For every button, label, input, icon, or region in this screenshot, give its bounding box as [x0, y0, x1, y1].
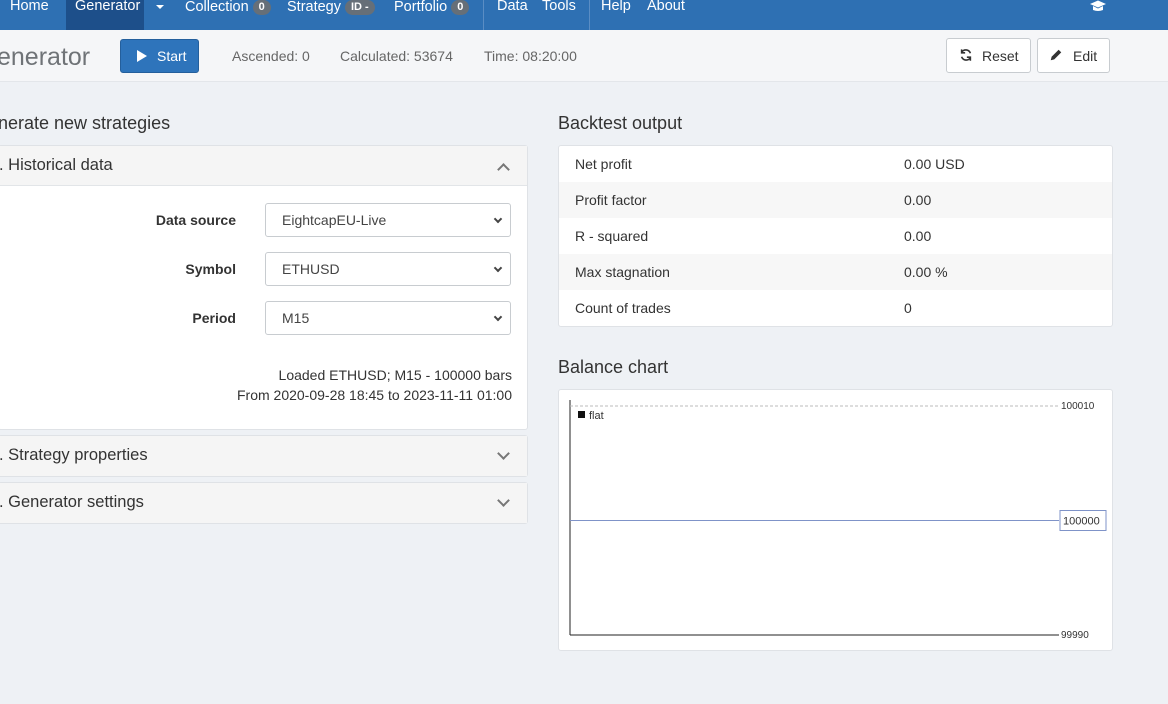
symbol-value: ETHUSD — [282, 261, 340, 277]
backtest-output-heading: Backtest output — [558, 113, 683, 133]
chevron-up-icon[interactable] — [497, 163, 510, 176]
nav-portfolio-label: Portfolio — [394, 0, 448, 15]
edit-button[interactable]: Edit — [1037, 38, 1110, 73]
nav-help-label: Help — [601, 0, 631, 14]
metric-name: Net profit — [575, 156, 632, 172]
data-range-info: From 2020-09-28 18:45 to 2023-11-11 01:0… — [236, 387, 512, 403]
start-button-label: Start — [157, 48, 187, 64]
collection-count-badge: 0 — [252, 0, 271, 15]
historical-data-panel: . Historical data Data source EightcapEU… — [0, 145, 528, 430]
top-navbar: Home Generator Collection 0 Strategy ID - … — [0, 0, 1168, 30]
reset-button-label: Reset — [982, 48, 1019, 64]
chevron-down-icon — [493, 263, 503, 273]
balance-chart-heading: Balance chart — [558, 357, 669, 377]
nav-strategy-label: Strategy — [287, 0, 341, 15]
calculated-count: Calculated: 53674 — [340, 48, 453, 64]
symbol-select[interactable]: ETHUSD — [265, 252, 511, 286]
metric-name: R - squared — [575, 228, 649, 244]
metric-value: 0 — [904, 300, 912, 316]
generator-settings-header[interactable]: . Generator settings — [0, 483, 527, 523]
metric-name: Max stagnation — [575, 264, 670, 280]
generator-toolbar: enerator Start Ascended: 0 Calculated: 5… — [0, 30, 1168, 82]
data-source-value: EightcapEU-Live — [282, 212, 387, 228]
nav-generator[interactable]: Generator — [66, 0, 144, 30]
strategy-id-badge: ID - — [345, 0, 375, 15]
chevron-down-icon — [493, 214, 503, 224]
table-row: Count of trades 0 — [559, 290, 1112, 326]
table-row: Net profit 0.00 USD — [559, 146, 1112, 182]
balance-chart[interactable]: 100010 99990 100000 flat — [559, 390, 1112, 650]
period-select[interactable]: M15 — [265, 301, 511, 335]
generator-dropdown-caret-icon[interactable] — [156, 5, 164, 9]
nav-data-label: Data — [497, 0, 528, 14]
refresh-icon — [960, 49, 972, 61]
period-label: Period — [192, 310, 236, 326]
play-icon — [137, 50, 147, 62]
nav-tools-label: Tools — [542, 0, 576, 14]
metric-value: 0.00 — [904, 192, 932, 208]
data-source-label: Data source — [155, 212, 236, 228]
strategy-properties-title: . Strategy properties — [0, 446, 148, 464]
nav-divider — [589, 0, 590, 30]
nav-portfolio[interactable]: Portfolio 0 — [394, 0, 470, 30]
page-title: enerator — [0, 43, 91, 71]
table-row: R - squared 0.00 — [559, 218, 1112, 254]
nav-about-label: About — [647, 0, 685, 14]
strategy-properties-panel[interactable]: . Strategy properties — [0, 435, 528, 477]
y-tick-label-max: 100010 — [1061, 401, 1095, 412]
nav-help[interactable]: Help — [601, 0, 631, 30]
balance-chart-panel: 100010 99990 100000 flat — [558, 389, 1113, 651]
current-value-label: 100000 — [1063, 516, 1100, 528]
graduation-cap-icon[interactable] — [1089, 0, 1107, 12]
nav-strategy[interactable]: Strategy ID - — [287, 0, 375, 30]
reset-button[interactable]: Reset — [946, 38, 1031, 73]
nav-collection-label: Collection — [185, 0, 249, 15]
nav-collection[interactable]: Collection 0 — [185, 0, 271, 30]
nav-tools[interactable]: Tools — [542, 0, 576, 30]
nav-generator-label: Generator — [75, 0, 141, 14]
backtest-output-table: Net profit 0.00 USD Profit factor 0.00 R… — [558, 145, 1113, 327]
start-button[interactable]: Start — [120, 39, 199, 73]
legend-marker — [578, 411, 585, 418]
chevron-down-icon[interactable] — [497, 447, 510, 460]
nav-about[interactable]: About — [647, 0, 685, 30]
generator-settings-panel[interactable]: . Generator settings — [0, 482, 528, 524]
nav-home-label: Home — [10, 0, 49, 14]
metric-value: 0.00 % — [904, 264, 948, 280]
metric-name: Profit factor — [575, 192, 647, 208]
legend-label: flat — [589, 410, 604, 422]
metric-value: 0.00 — [904, 228, 932, 244]
generator-settings-title: . Generator settings — [0, 493, 144, 511]
table-row: Max stagnation 0.00 % — [559, 254, 1112, 290]
chevron-down-icon — [493, 312, 503, 322]
ascended-count: Ascended: 0 — [232, 48, 310, 64]
pencil-icon — [1050, 49, 1062, 61]
nav-data[interactable]: Data — [497, 0, 528, 30]
nav-divider — [483, 0, 484, 30]
generate-strategies-heading: nerate new strategies — [0, 113, 171, 133]
strategy-properties-header[interactable]: . Strategy properties — [0, 436, 527, 476]
metric-name: Count of trades — [575, 300, 671, 316]
chevron-down-icon[interactable] — [497, 494, 510, 507]
historical-data-title: . Historical data — [0, 156, 113, 174]
data-source-select[interactable]: EightcapEU-Live — [265, 203, 511, 237]
symbol-label: Symbol — [185, 261, 236, 277]
period-value: M15 — [282, 310, 310, 326]
portfolio-count-badge: 0 — [451, 0, 470, 15]
elapsed-time: Time: 08:20:00 — [484, 48, 577, 64]
table-row: Profit factor 0.00 — [559, 182, 1112, 218]
loaded-data-info: Loaded ETHUSD; M15 - 100000 bars — [278, 367, 512, 383]
historical-data-header[interactable]: . Historical data — [0, 146, 527, 186]
metric-value: 0.00 USD — [904, 156, 965, 172]
y-tick-label-min: 99990 — [1061, 630, 1089, 641]
edit-button-label: Edit — [1073, 48, 1098, 64]
nav-home[interactable]: Home — [10, 0, 49, 30]
